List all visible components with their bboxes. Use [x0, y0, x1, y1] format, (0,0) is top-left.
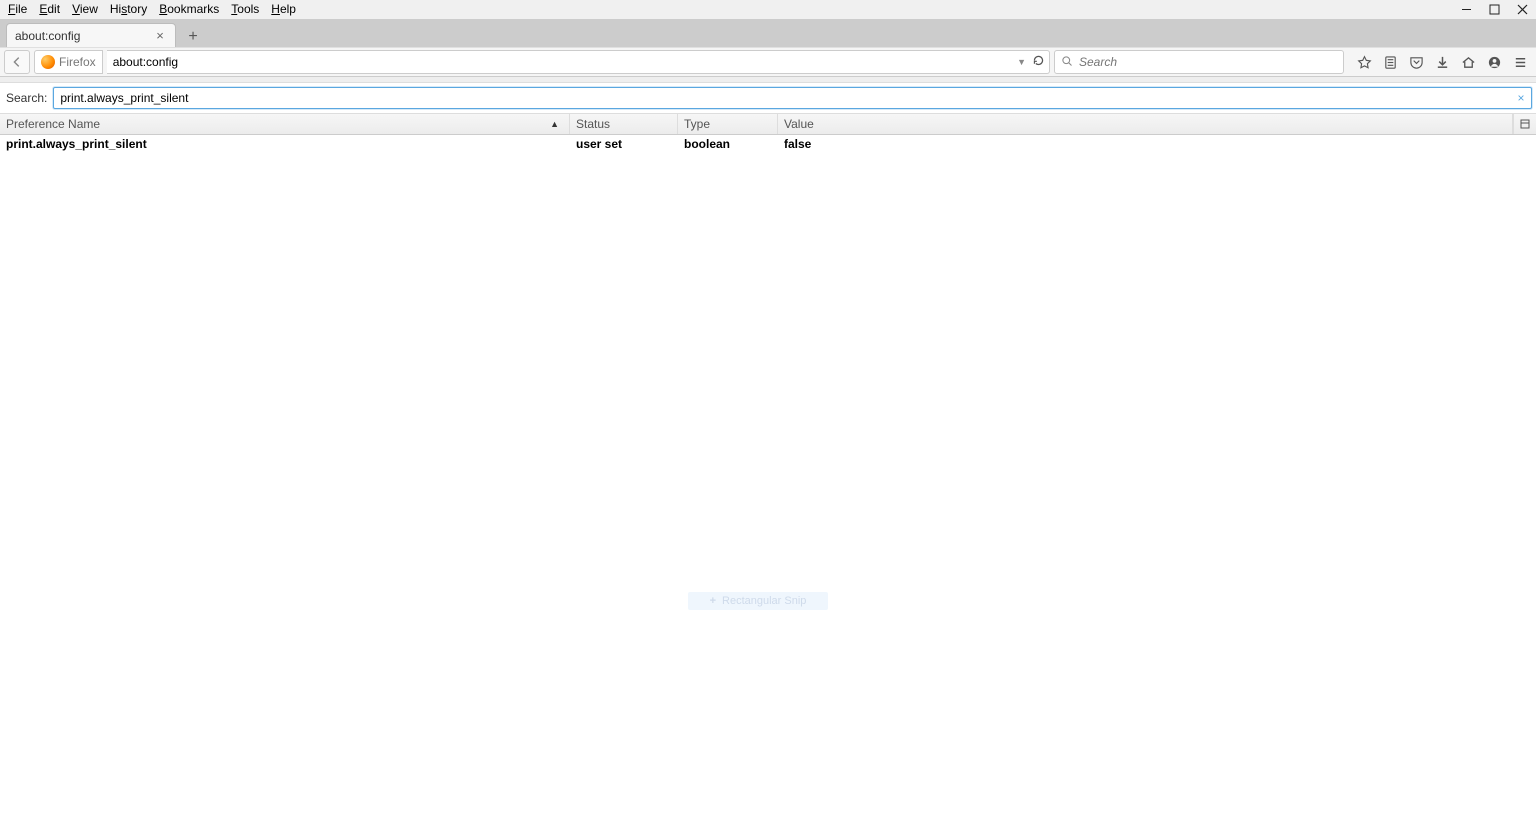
back-button[interactable] — [4, 50, 30, 74]
menu-tools[interactable]: Tools — [225, 1, 265, 17]
new-tab-button[interactable]: + — [182, 27, 204, 47]
window-maximize-button[interactable] — [1480, 0, 1508, 19]
tab-strip: about:config × + — [0, 19, 1536, 47]
menu-history[interactable]: History — [104, 1, 153, 17]
identity-box[interactable]: Firefox — [34, 50, 103, 74]
menu-edit[interactable]: Edit — [33, 1, 66, 17]
home-button[interactable] — [1456, 50, 1480, 74]
column-header-status[interactable]: Status — [570, 114, 678, 134]
menu-bar: FileEditViewHistoryBookmarksToolsHelp — [0, 0, 1536, 19]
tab-title: about:config — [15, 29, 153, 43]
account-button[interactable] — [1482, 50, 1506, 74]
config-search-input[interactable] — [53, 87, 1532, 109]
column-header-preference[interactable]: Preference Name ▲ — [0, 114, 570, 134]
snip-overlay: + Rectangular Snip — [688, 592, 828, 610]
menu-view[interactable]: View — [66, 1, 104, 17]
config-search-label: Search: — [4, 91, 47, 105]
config-table-header: Preference Name ▲ Status Type Value — [0, 113, 1536, 135]
identity-label: Firefox — [59, 55, 96, 69]
reload-button[interactable] — [1032, 54, 1045, 70]
column-picker-button[interactable] — [1513, 114, 1536, 134]
cell-preference: print.always_print_silent — [0, 137, 570, 151]
downloads-button[interactable] — [1430, 50, 1454, 74]
search-icon — [1061, 55, 1073, 70]
tab-close-button[interactable]: × — [153, 29, 167, 43]
menu-file[interactable]: File — [2, 1, 33, 17]
menu-bookmarks[interactable]: Bookmarks — [153, 1, 225, 17]
plus-icon: + — [710, 595, 716, 607]
config-search-row: Search: × — [0, 83, 1536, 113]
bookmarks-list-button[interactable] — [1378, 50, 1402, 74]
config-table-body: print.always_print_silent user set boole… — [0, 135, 1536, 153]
window-minimize-button[interactable] — [1452, 0, 1480, 19]
column-header-type[interactable]: Type — [678, 114, 778, 134]
cell-value: false — [778, 137, 1536, 151]
tab-about-config[interactable]: about:config × — [6, 23, 176, 47]
menu-help[interactable]: Help — [265, 1, 302, 17]
cell-status: user set — [570, 137, 678, 151]
urlbar-dropdown-icon[interactable]: ▼ — [1017, 57, 1026, 67]
cell-type: boolean — [678, 137, 778, 151]
config-search-clear-button[interactable]: × — [1514, 91, 1528, 105]
window-controls — [1452, 0, 1536, 19]
firefox-icon — [41, 55, 55, 69]
table-row[interactable]: print.always_print_silent user set boole… — [0, 135, 1536, 153]
bookmark-star-button[interactable] — [1352, 50, 1376, 74]
search-bar[interactable] — [1054, 50, 1344, 74]
toolbar-right-icons — [1348, 50, 1532, 74]
hamburger-menu-button[interactable] — [1508, 50, 1532, 74]
nav-toolbar: Firefox ▼ — [0, 47, 1536, 77]
url-bar[interactable]: ▼ — [107, 50, 1050, 74]
column-header-value[interactable]: Value — [778, 114, 1513, 134]
search-input[interactable] — [1079, 55, 1337, 69]
url-input[interactable] — [111, 55, 1017, 69]
sort-asc-icon: ▲ — [550, 119, 563, 129]
window-close-button[interactable] — [1508, 0, 1536, 19]
pocket-button[interactable] — [1404, 50, 1428, 74]
